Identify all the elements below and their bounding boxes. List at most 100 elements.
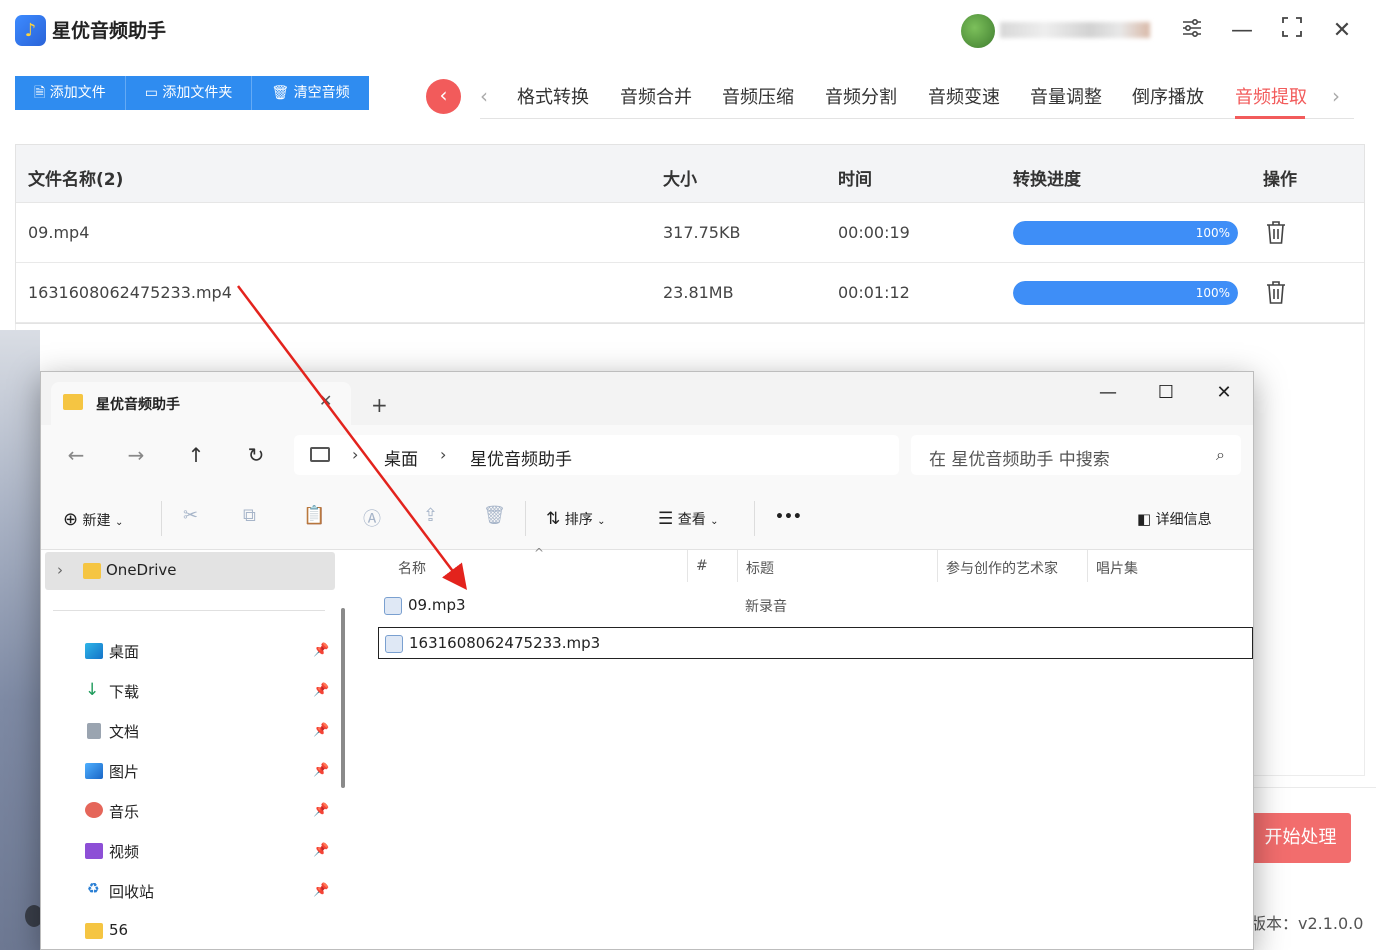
column-divider — [1087, 550, 1088, 582]
nav-item-recycle-bin[interactable]: 回收站 — [109, 881, 154, 902]
explorer-maximize-icon[interactable]: ☐ — [1151, 382, 1181, 403]
audio-file-icon — [385, 635, 403, 653]
breadcrumb-folder[interactable]: 星优音频助手 — [470, 445, 572, 470]
copy-icon[interactable]: ⧉ — [243, 505, 256, 526]
user-name-blurred — [1000, 22, 1150, 38]
nav-item-downloads[interactable]: 下载 — [109, 681, 139, 702]
file-toolbar: 🗎 添加文件 ▭ 添加文件夹 🗑 清空音频 — [15, 76, 369, 110]
nav-item-desktop[interactable]: 桌面 — [109, 641, 139, 662]
new-button[interactable]: ⊕ 新建 ⌄ — [63, 509, 123, 530]
tab-audio-merge[interactable]: 音频合并 — [620, 83, 692, 109]
settings-sliders-icon[interactable] — [1177, 16, 1207, 46]
details-pane-button[interactable]: ◧ 详细信息 — [1137, 509, 1212, 529]
table-row: 1631608062475233.mp4 23.81MB 00:01:12 10… — [16, 263, 1364, 323]
list-item[interactable]: 1631608062475233.mp3 — [378, 627, 1253, 659]
close-icon[interactable]: ✕ — [1327, 16, 1357, 46]
share-icon[interactable]: ⇪ — [423, 505, 438, 526]
tab-scroll-right-icon[interactable]: › — [1332, 84, 1340, 108]
file-list-pane: 名称 ^ # 标题 参与创作的艺术家 唱片集 09.mp3 新录音 163160… — [356, 546, 1253, 949]
col-size: 大小 — [663, 170, 697, 190]
col-number[interactable]: # — [696, 558, 708, 574]
delete-icon[interactable] — [1264, 219, 1288, 245]
tab-audio-compress[interactable]: 音频压缩 — [722, 83, 794, 109]
nav-item-onedrive[interactable]: › OneDrive — [45, 552, 335, 590]
pin-icon[interactable]: 📌 — [313, 683, 329, 698]
list-item[interactable]: 09.mp3 新录音 — [378, 590, 1253, 622]
paste-icon[interactable]: 📋 — [303, 505, 325, 526]
clear-audio-button[interactable]: 🗑 清空音频 — [252, 76, 369, 110]
desktop-background-strip — [0, 330, 40, 950]
address-bar[interactable]: › 桌面 › 星优音频助手 — [294, 435, 899, 475]
delete-icon[interactable]: 🗑 — [483, 505, 506, 526]
col-title[interactable]: 标题 — [746, 558, 774, 578]
nav-item-videos[interactable]: 视频 — [109, 841, 139, 862]
recycle-bin-icon: ♻ — [87, 881, 100, 897]
nav-item-pictures[interactable]: 图片 — [109, 761, 139, 782]
pin-icon[interactable]: 📌 — [313, 723, 329, 738]
search-icon: ⌕ — [1216, 445, 1225, 464]
refresh-icon[interactable]: ↻ — [241, 443, 271, 467]
pin-icon[interactable]: 📌 — [313, 843, 329, 858]
nav-item-music[interactable]: 音乐 — [109, 801, 139, 822]
download-icon: ↓ — [85, 680, 100, 700]
column-divider — [737, 550, 738, 582]
add-folder-button[interactable]: ▭ 添加文件夹 — [125, 76, 253, 110]
user-avatar[interactable] — [961, 14, 995, 48]
version-label: 版本：v2.1.0.0 — [1250, 914, 1364, 933]
active-tab-indicator — [1235, 116, 1305, 119]
expand-chevron-icon[interactable]: › — [57, 561, 63, 579]
file-table: 文件名称(2) 大小 时间 转换进度 操作 09.mp4 317.75KB 00… — [15, 144, 1365, 324]
col-artist[interactable]: 参与创作的艺术家 — [946, 558, 1058, 578]
back-arrow-icon[interactable]: ← — [61, 443, 91, 467]
clear-audio-label: 清空音频 — [293, 85, 350, 101]
row-file-name: 09.mp4 — [28, 223, 90, 242]
nav-scrollbar[interactable] — [341, 608, 345, 788]
pin-icon[interactable]: 📌 — [313, 643, 329, 658]
tab-audio-split[interactable]: 音频分割 — [825, 83, 897, 109]
column-divider — [937, 550, 938, 582]
view-button[interactable]: ☰ 查看 ⌄ — [658, 509, 719, 529]
tab-volume-adjust[interactable]: 音量调整 — [1030, 83, 1102, 109]
col-name[interactable]: 名称 — [398, 558, 426, 578]
tab-audio-speed[interactable]: 音频变速 — [928, 83, 1000, 109]
plus-circle-icon: ⊕ — [63, 509, 79, 530]
fullscreen-icon[interactable] — [1277, 16, 1307, 46]
pin-icon[interactable]: 📌 — [313, 763, 329, 778]
minimize-icon[interactable]: — — [1227, 16, 1257, 46]
file-title: 新录音 — [745, 599, 787, 615]
search-input[interactable]: 在 星优音频助手 中搜索 ⌕ — [911, 435, 1241, 475]
tab-close-icon[interactable]: ✕ — [319, 391, 332, 410]
rename-icon[interactable]: Ⓐ — [363, 505, 381, 531]
cut-icon[interactable]: ✂ — [183, 505, 198, 526]
pin-icon[interactable]: 📌 — [313, 803, 329, 818]
tab-format-convert[interactable]: 格式转换 — [517, 83, 589, 109]
breadcrumb-desktop[interactable]: 桌面 — [384, 445, 418, 470]
nav-item-documents[interactable]: 文档 — [109, 721, 139, 742]
divider — [53, 610, 325, 611]
tab-audio-extract[interactable]: 音频提取 — [1235, 83, 1307, 109]
computer-icon — [310, 447, 330, 462]
chevron-down-icon: ⌄ — [710, 516, 719, 527]
nav-onedrive-label: OneDrive — [106, 561, 177, 579]
forward-arrow-icon[interactable]: → — [121, 443, 151, 467]
add-folder-label: 添加文件夹 — [162, 85, 233, 101]
more-options-button[interactable]: ••• — [775, 509, 802, 525]
explorer-minimize-icon[interactable]: — — [1093, 382, 1123, 403]
pin-icon[interactable]: 📌 — [313, 883, 329, 898]
tab-reverse-play[interactable]: 倒序播放 — [1132, 83, 1204, 109]
tabs-prev-button[interactable]: ‹ — [426, 79, 461, 114]
start-processing-button[interactable]: 开始处理 — [1250, 813, 1351, 863]
details-label: 详细信息 — [1155, 512, 1212, 528]
col-album[interactable]: 唱片集 — [1096, 558, 1138, 578]
new-tab-icon[interactable]: + — [371, 393, 388, 417]
add-file-button[interactable]: 🗎 添加文件 — [15, 76, 126, 110]
tab-scroll-left-icon[interactable]: ‹ — [480, 84, 488, 108]
folder-icon — [83, 563, 101, 579]
up-arrow-icon[interactable]: ↑ — [181, 443, 211, 467]
row-size: 317.75KB — [663, 223, 741, 242]
sort-button[interactable]: ⇅ 排序 ⌄ — [546, 509, 606, 529]
explorer-close-icon[interactable]: ✕ — [1209, 382, 1239, 403]
delete-icon[interactable] — [1264, 279, 1288, 305]
explorer-tab[interactable]: 星优音频助手 ✕ — [51, 382, 351, 425]
nav-item-folder-56[interactable]: 56 — [109, 921, 128, 939]
